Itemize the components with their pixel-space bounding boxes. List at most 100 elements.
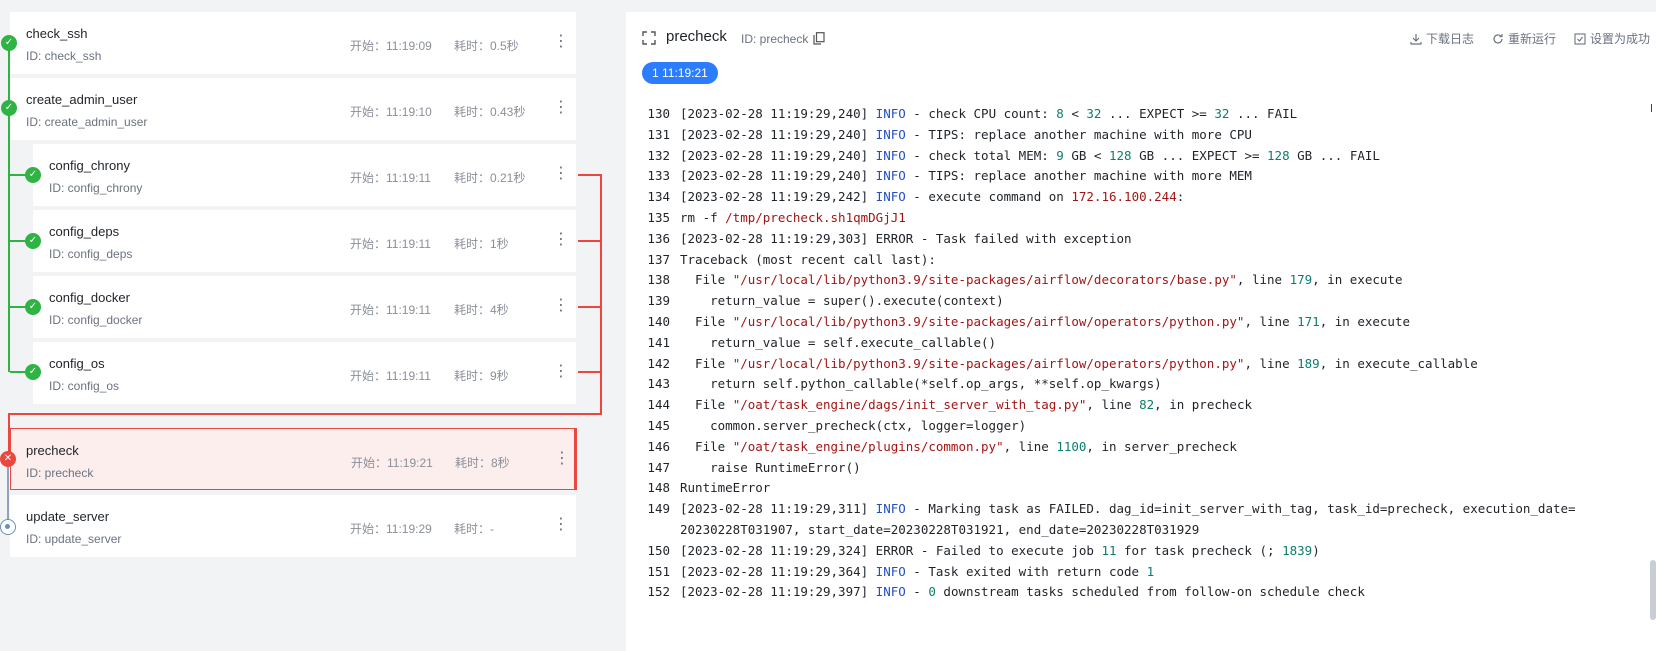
checkbox-icon — [1574, 32, 1586, 45]
task-name: update_server — [26, 509, 110, 524]
more-menu-icon[interactable]: ⋮ — [553, 230, 569, 250]
more-menu-icon[interactable]: ⋮ — [553, 98, 569, 118]
attempt-time-pill[interactable]: 1 11:19:21 — [642, 62, 718, 84]
expand-icon[interactable] — [642, 31, 656, 45]
log-line: 130 [2023-02-28 11:19:29,240] INFO - chec… — [626, 104, 1636, 124]
more-menu-icon[interactable]: ⋮ — [553, 362, 569, 382]
task-id: ID: config_deps — [49, 247, 133, 261]
line-number: 137 — [647, 251, 670, 267]
task-start-time: 开始：11:19:09 — [350, 39, 432, 53]
more-menu-icon[interactable]: ⋮ — [553, 515, 569, 535]
task-name: create_admin_user — [26, 92, 138, 107]
task-start-time: 开始：11:19:21 — [351, 456, 433, 470]
task-id: ID: precheck — [26, 466, 94, 480]
more-menu-icon[interactable]: ⋮ — [553, 32, 569, 52]
set-success-button[interactable]: 设置为成功 — [1574, 30, 1650, 47]
log-line: 133 [2023-02-28 11:19:29,240] INFO - TIPS… — [626, 166, 1636, 186]
line-number: 131 — [647, 126, 670, 142]
task-row-create-admin-user[interactable]: create_admin_user ID: create_admin_user … — [10, 78, 576, 140]
copy-icon[interactable] — [813, 32, 825, 45]
task-id: ID: config_chrony — [49, 181, 143, 195]
task-duration: 耗时：0.21秒 — [454, 171, 526, 185]
fail-bracket-top — [578, 174, 602, 176]
log-line: 138 File "/usr/local/lib/python3.9/site-… — [626, 270, 1636, 290]
task-row-config-docker[interactable]: config_docker ID: config_docker 开始：11:19… — [33, 276, 576, 338]
log-text: [2023-02-28 11:19:29,397] INFO - 0 downs… — [680, 584, 1365, 600]
line-number: 150 — [647, 542, 670, 558]
task-name: config_deps — [49, 224, 120, 239]
task-row-config-deps[interactable]: config_deps ID: config_deps 开始：11:19:11 … — [33, 210, 576, 272]
download-log-button[interactable]: 下载日志 — [1410, 30, 1474, 47]
log-line: 144 File "/oat/task_engine/dags/init_ser… — [626, 395, 1636, 415]
line-number: 152 — [647, 584, 670, 600]
log-text: return_value = self.execute_callable() — [680, 334, 997, 350]
task-duration: 耗时：8秒 — [455, 456, 510, 470]
selected-row-indicator — [574, 428, 577, 490]
task-row-precheck[interactable]: precheck ID: precheck 开始：11:19:21 耗时：8秒 … — [10, 428, 576, 490]
log-line: 140 File "/usr/local/lib/python3.9/site-… — [626, 312, 1636, 332]
log-line: 145 common.server_precheck(ctx, logger=l… — [626, 416, 1636, 436]
log-text: [2023-02-28 11:19:29,324] ERROR - Failed… — [680, 542, 1320, 558]
task-name: config_docker — [49, 290, 130, 305]
log-text: raise RuntimeError() — [680, 459, 861, 475]
line-number: 145 — [647, 418, 670, 433]
line-number: 138 — [647, 272, 670, 288]
log-line: 147 raise RuntimeError() — [626, 458, 1636, 478]
more-menu-icon[interactable]: ⋮ — [553, 164, 569, 184]
log-line: 134 [2023-02-28 11:19:29,242] INFO - exec… — [626, 187, 1636, 207]
rerun-label: 重新运行 — [1507, 32, 1556, 46]
task-id: ID: config_os — [49, 379, 120, 393]
success-check-icon: ✓ — [25, 364, 41, 380]
task-id: ID: config_docker — [49, 313, 143, 327]
pending-icon — [0, 519, 16, 535]
task-start-time: 开始：11:19:10 — [350, 105, 432, 119]
log-panel: precheck ID: precheck 下载日志 重新运行 设置为成功 1 … — [626, 12, 1656, 651]
tree-line-pending — [7, 466, 9, 526]
log-line: 132 [2023-02-28 11:19:29,240] INFO - chec… — [626, 146, 1636, 166]
success-check-icon: ✓ — [1, 35, 17, 51]
line-number: 142 — [647, 355, 670, 371]
log-text: [2023-02-28 11:19:29,311] INFO - Marking… — [680, 501, 1576, 517]
log-line: 152 [2023-02-28 11:19:29,397] INFO - 0 do… — [626, 582, 1636, 602]
rerun-button[interactable]: 重新运行 — [1492, 30, 1556, 47]
app-root: check_ssh ID: check_ssh 开始：11:19:09 耗时：0… — [0, 0, 1656, 651]
log-text: [2023-02-28 11:19:29,240] INFO - check C… — [680, 106, 1298, 121]
success-check-icon: ✓ — [1, 100, 17, 116]
task-row-config-chrony[interactable]: config_chrony ID: config_chrony 开始：11:19… — [33, 144, 576, 206]
line-number: 147 — [647, 459, 670, 475]
task-start-time: 开始：11:19:11 — [350, 303, 431, 317]
line-number: 148 — [647, 480, 670, 496]
line-number: 146 — [647, 438, 670, 454]
set-success-label: 设置为成功 — [1589, 32, 1650, 46]
task-id: ID: update_server — [26, 532, 122, 546]
log-line: 142 File "/usr/local/lib/python3.9/site-… — [626, 354, 1636, 374]
line-number: 134 — [647, 189, 670, 205]
task-duration: 耗时：0.43秒 — [454, 105, 526, 119]
panel-title: precheck — [666, 28, 727, 45]
line-number: 151 — [647, 563, 670, 579]
log-line: 148 RuntimeError — [626, 478, 1636, 498]
task-row-check-ssh[interactable]: check_ssh ID: check_ssh 开始：11:19:09 耗时：0… — [10, 12, 576, 74]
log-text: return_value = super().execute(context) — [680, 293, 1004, 309]
log-text: File "/oat/task_engine/dags/init_server_… — [680, 397, 1252, 413]
task-start-time: 开始：11:19:11 — [350, 369, 431, 383]
error-x-icon: ✕ — [0, 451, 16, 467]
line-number: 136 — [647, 230, 670, 246]
task-duration: 耗时：0.5秒 — [454, 39, 519, 53]
line-number: 149 — [647, 501, 670, 517]
log-output: 130 [2023-02-28 11:19:29,240] INFO - chec… — [626, 100, 1656, 651]
log-line: 143 return self.python_callable(*self.op… — [626, 374, 1636, 394]
task-name: config_os — [49, 356, 105, 371]
log-text: File "/usr/local/lib/python3.9/site-pack… — [680, 355, 1478, 371]
fail-bracket-docker — [578, 306, 602, 308]
task-name: precheck — [26, 443, 79, 458]
line-number: 139 — [647, 293, 670, 309]
task-row-update-server[interactable]: update_server ID: update_server 开始：11:19… — [10, 495, 576, 557]
log-scrollbar[interactable] — [1650, 560, 1656, 620]
task-row-config-os[interactable]: config_os ID: config_os 开始：11:19:11 耗时：9… — [33, 342, 576, 404]
more-menu-icon[interactable]: ⋮ — [553, 296, 569, 316]
more-menu-icon[interactable]: ⋮ — [554, 449, 570, 469]
task-tree: check_ssh ID: check_ssh 开始：11:19:09 耗时：0… — [0, 0, 602, 651]
task-duration: 耗时：4秒 — [454, 303, 509, 317]
log-line: 137 Traceback (most recent call last): — [626, 250, 1636, 270]
